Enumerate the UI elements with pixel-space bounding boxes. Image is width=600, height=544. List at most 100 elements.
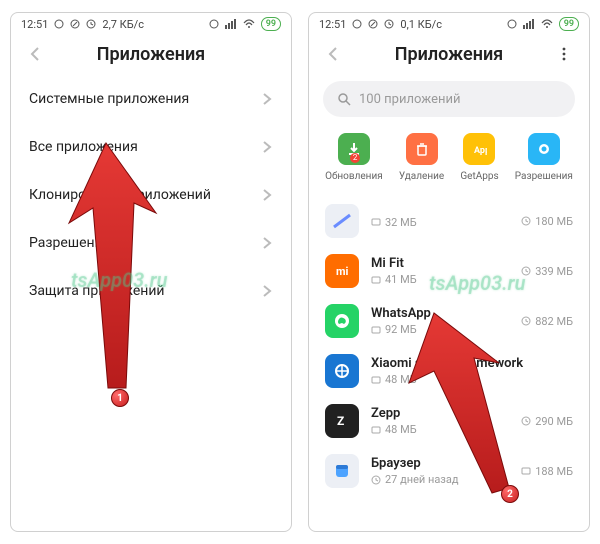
getapps-icon: Apps [463, 133, 495, 165]
status-bar: 12:51 2,7 КБ/с 99 [11, 13, 291, 35]
app-size: 27 дней назад [385, 473, 459, 486]
trash-icon [406, 133, 438, 165]
signal-icon [225, 19, 237, 29]
time-label: 12:51 [319, 18, 346, 31]
wifi-icon [243, 19, 255, 29]
settings-row-label: Все приложения [29, 139, 138, 155]
app-size: 41 МБ [385, 273, 417, 286]
phone-left: 12:51 2,7 КБ/с 99 Приложения Системные п… [10, 12, 292, 532]
app-row-mifit[interactable]: mi Mi Fit 41 МБ 339 МБ [309, 246, 589, 296]
app-size: 48 МБ [385, 423, 417, 436]
app-name: WhatsApp [371, 306, 509, 321]
compass-icon [70, 19, 80, 29]
quick-action-permissions[interactable]: Разрешения [515, 133, 573, 182]
settings-row-permissions[interactable]: Разрешения [11, 219, 291, 267]
app-icon [325, 204, 359, 238]
app-clock: 180 МБ [535, 215, 573, 228]
quick-action-getapps[interactable]: Apps GetApps [460, 133, 498, 182]
settings-row-app-protection[interactable]: Защита приложений [11, 267, 291, 315]
page-title: Приложения [345, 44, 553, 65]
search-placeholder: 100 приложений [359, 92, 460, 107]
clock-icon [521, 316, 531, 326]
search-icon [337, 92, 351, 106]
more-vert-icon [556, 46, 572, 62]
app-icon [325, 354, 359, 388]
app-icon: Z [325, 404, 359, 438]
storage-icon [371, 275, 381, 285]
settings-row-system-apps[interactable]: Системные приложения [11, 75, 291, 123]
chevron-left-icon [326, 46, 342, 62]
wifi-icon [541, 19, 553, 29]
app-name: Xiaomi service framework [371, 356, 561, 371]
settings-row-clone-apps[interactable]: Клонирование приложений [11, 171, 291, 219]
app-row-whatsapp[interactable]: WhatsApp 92 МБ 882 МБ [309, 296, 589, 346]
net-speed: 2,7 КБ/с [102, 18, 144, 31]
quick-actions: 2 Обновления Удаление Apps GetApps Разре… [309, 127, 589, 196]
chevron-right-icon [261, 189, 273, 201]
svg-text:mi: mi [336, 265, 349, 278]
chevron-right-icon [261, 141, 273, 153]
quick-action-label: Обновления [325, 171, 383, 182]
chevron-right-icon [261, 93, 273, 105]
svg-text:Z: Z [337, 414, 344, 428]
app-clock: 290 МБ [535, 415, 573, 428]
perm-icon [528, 133, 560, 165]
svg-text:Apps: Apps [474, 146, 487, 156]
quick-action-updates[interactable]: 2 Обновления [325, 133, 383, 182]
phone-right: 12:51 0,1 КБ/с 99 Приложения 100 приложе… [308, 12, 590, 532]
storage-icon [371, 425, 381, 435]
settings-row-label: Клонирование приложений [29, 187, 211, 203]
quick-action-label: GetApps [460, 171, 498, 182]
app-icon [325, 304, 359, 338]
net-speed: 0,1 КБ/с [400, 18, 442, 31]
app-clock: 882 МБ [535, 315, 573, 328]
settings-row-label: Разрешения [29, 235, 110, 251]
alarm-icon [507, 19, 517, 29]
storage-icon [371, 217, 381, 227]
clock-icon [521, 416, 531, 426]
app-name: Zepp [371, 406, 509, 421]
app-row[interactable]: 32 МБ 180 МБ [309, 196, 589, 246]
app-clock: 339 МБ [535, 265, 573, 278]
status-bar: 12:51 0,1 КБ/с 99 [309, 13, 589, 35]
clock-icon [521, 216, 531, 226]
storage-icon [371, 325, 381, 335]
sync-icon [54, 19, 64, 29]
quick-action-uninstall[interactable]: Удаление [399, 133, 444, 182]
chevron-right-icon [261, 285, 273, 297]
compass-icon [368, 19, 378, 29]
storage-icon [521, 466, 531, 476]
appbar: Приложения [309, 35, 589, 75]
app-size: 32 МБ [385, 216, 417, 229]
app-row-browser[interactable]: Браузер 27 дней назад 188 МБ [309, 446, 589, 496]
app-icon: mi [325, 254, 359, 288]
back-button[interactable] [323, 43, 345, 65]
app-size: 48 МБ [385, 373, 417, 386]
clock-icon [384, 19, 394, 29]
search-input[interactable]: 100 приложений [323, 81, 575, 117]
storage-icon [371, 375, 381, 385]
page-title: Приложения [47, 44, 255, 65]
app-name: Mi Fit [371, 256, 509, 271]
quick-action-label: Разрешения [515, 171, 573, 182]
app-row-zepp[interactable]: Z Zepp 48 МБ 290 МБ [309, 396, 589, 446]
quick-action-label: Удаление [399, 171, 444, 182]
badge-count: 2 [350, 153, 361, 163]
alarm-icon [209, 19, 219, 29]
step-bubble-1: 1 [111, 389, 129, 407]
settings-row-label: Защита приложений [29, 283, 165, 299]
clock-icon [521, 266, 531, 276]
battery-label: 99 [261, 17, 281, 31]
app-size: 92 МБ [385, 323, 417, 336]
clock-icon [86, 19, 96, 29]
app-row-xiaomi-service[interactable]: Xiaomi service framework 48 МБ [309, 346, 589, 396]
back-button[interactable] [25, 43, 47, 65]
app-icon [325, 454, 359, 488]
clock-icon [371, 475, 381, 485]
battery-label: 99 [559, 17, 579, 31]
chevron-right-icon [261, 237, 273, 249]
chevron-left-icon [28, 46, 44, 62]
settings-row-all-apps[interactable]: Все приложения [11, 123, 291, 171]
appbar: Приложения [11, 35, 291, 75]
more-button[interactable] [553, 43, 575, 65]
